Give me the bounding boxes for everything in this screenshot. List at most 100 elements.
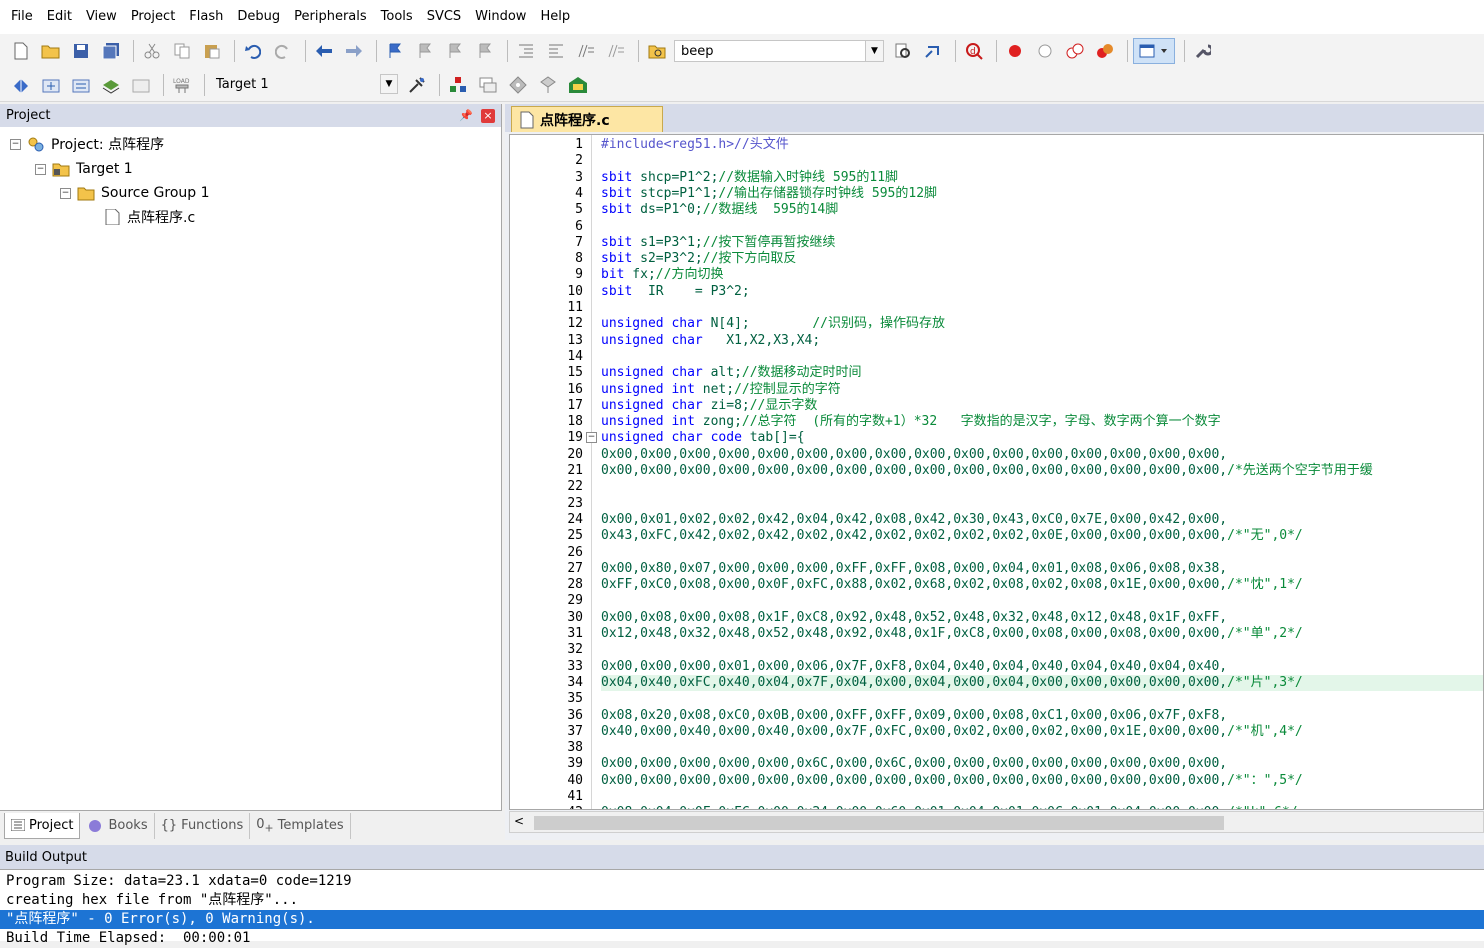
- bookmark-insert-icon[interactable]: [382, 38, 408, 64]
- tab-books[interactable]: Books: [80, 812, 155, 839]
- tree-node-project[interactable]: − Project: 点阵程序: [10, 132, 164, 156]
- code-line[interactable]: [601, 642, 1483, 658]
- editor-tab-file[interactable]: 点阵程序.c: [511, 106, 663, 132]
- tree-node-source-group[interactable]: − Source Group 1: [60, 181, 210, 205]
- paste-icon[interactable]: [199, 38, 225, 64]
- fold-collapse-icon[interactable]: −: [586, 432, 597, 444]
- menu-window[interactable]: Window: [468, 0, 533, 34]
- code-line[interactable]: unsigned int net;//控制显示的字符: [601, 382, 1483, 398]
- collapse-icon[interactable]: −: [60, 187, 71, 199]
- code-line[interactable]: unsigned char code tab[]={: [601, 430, 1483, 446]
- pin-icon[interactable]: 📌: [459, 109, 473, 122]
- collapse-icon[interactable]: −: [35, 163, 46, 175]
- code-line[interactable]: 0x00,0x01,0x02,0x02,0x42,0x04,0x42,0x08,…: [601, 512, 1483, 528]
- code-line[interactable]: 0x00,0x80,0x07,0x00,0x00,0x00,0xFF,0xFF,…: [601, 561, 1483, 577]
- scrollbar-thumb[interactable]: [534, 816, 1224, 830]
- code-line[interactable]: bit fx;//方向切换: [601, 267, 1483, 283]
- window-layout-icon[interactable]: [1133, 38, 1175, 64]
- code-line[interactable]: sbit stcp=P1^1;//输出存储器锁存时钟线 595的12脚: [601, 186, 1483, 202]
- navigate-back-icon[interactable]: [311, 38, 337, 64]
- code-line[interactable]: #include<reg51.h>//头文件: [601, 137, 1483, 153]
- code-line[interactable]: unsigned char alt;//数据移动定时时间: [601, 365, 1483, 381]
- code-line[interactable]: 0x08,0x20,0x08,0xC0,0x0B,0x00,0xFF,0xFF,…: [601, 708, 1483, 724]
- code-line[interactable]: 0x00,0x00,0x00,0x00,0x00,0x00,0x00,0x00,…: [601, 773, 1483, 789]
- code-text[interactable]: #include<reg51.h>//头文件 sbit shcp=P1^2;//数…: [601, 135, 1483, 809]
- code-line[interactable]: [601, 349, 1483, 365]
- scroll-left-icon[interactable]: <: [514, 814, 524, 828]
- code-line[interactable]: [601, 300, 1483, 316]
- code-line[interactable]: [601, 496, 1483, 512]
- code-line[interactable]: sbit s1=P3^1;//按下暂停再暂按继续: [601, 235, 1483, 251]
- start-debug-icon[interactable]: d: [961, 38, 987, 64]
- code-line[interactable]: [601, 789, 1483, 805]
- menu-tools[interactable]: Tools: [374, 0, 420, 34]
- incremental-find-icon[interactable]: [920, 38, 946, 64]
- code-line[interactable]: unsigned char X1,X2,X3,X4;: [601, 333, 1483, 349]
- target-combo[interactable]: Target 1 ▼: [210, 73, 398, 96]
- code-line[interactable]: [601, 479, 1483, 495]
- code-line[interactable]: [601, 153, 1483, 169]
- bookmark-next-icon[interactable]: [442, 38, 468, 64]
- code-line[interactable]: 0x43,0xFC,0x42,0x02,0x42,0x02,0x42,0x02,…: [601, 528, 1483, 544]
- menu-svcs[interactable]: SVCS: [420, 0, 468, 34]
- code-line[interactable]: unsigned char zi=8;//显示字数: [601, 398, 1483, 414]
- code-line[interactable]: 0x00,0x00,0x00,0x00,0x00,0x6C,0x00,0x6C,…: [601, 756, 1483, 772]
- tree-node-target[interactable]: − Target 1: [35, 157, 133, 181]
- open-folder-icon[interactable]: [38, 38, 64, 64]
- close-icon[interactable]: ×: [481, 108, 495, 123]
- code-line[interactable]: sbit shcp=P1^2;//数据输入时钟线 595的11脚: [601, 170, 1483, 186]
- breakpoint-disable-all-icon[interactable]: [1062, 38, 1088, 64]
- pack-installer-icon[interactable]: [535, 72, 561, 98]
- copy-icon[interactable]: [169, 38, 195, 64]
- menu-help[interactable]: Help: [533, 0, 577, 34]
- redo-icon[interactable]: [270, 38, 296, 64]
- new-file-icon[interactable]: [8, 38, 34, 64]
- code-line[interactable]: [601, 545, 1483, 561]
- cut-icon[interactable]: [139, 38, 165, 64]
- rebuild-icon[interactable]: [68, 72, 94, 98]
- menu-project[interactable]: Project: [124, 0, 182, 34]
- menu-file[interactable]: File: [4, 0, 40, 34]
- manage-rte-icon[interactable]: [505, 72, 531, 98]
- code-line[interactable]: 0x04,0x40,0xFC,0x40,0x04,0x7F,0x04,0x00,…: [601, 674, 1483, 691]
- batch-build-icon[interactable]: [98, 72, 124, 98]
- menu-view[interactable]: View: [79, 0, 124, 34]
- undo-icon[interactable]: [240, 38, 266, 64]
- configure-wrench-icon[interactable]: [1190, 38, 1216, 64]
- tab-functions[interactable]: {} Functions: [155, 812, 251, 839]
- breakpoint-insert-icon[interactable]: [1002, 38, 1028, 64]
- code-line[interactable]: 0x00,0x08,0x00,0x08,0x1F,0xC8,0x92,0x48,…: [601, 610, 1483, 626]
- code-editor[interactable]: 1 2 3 4 5 6 7 8 9 10 11 12 13 14 15 16 17 18 19 20 21 22 23 24 2…: [509, 134, 1484, 810]
- download-load-icon[interactable]: LOAD: [169, 72, 195, 98]
- code-line[interactable]: [601, 593, 1483, 609]
- code-line[interactable]: 0x08,0x04,0x0F,0xFC,0x00,0x24,0x00,0x60,…: [601, 805, 1483, 809]
- uncomment-icon[interactable]: [603, 38, 629, 64]
- bookmark-prev-icon[interactable]: [412, 38, 438, 64]
- horizontal-scrollbar[interactable]: <: [509, 811, 1484, 833]
- bookmark-clear-icon[interactable]: [472, 38, 498, 64]
- build-output-panel[interactable]: Program Size: data=23.1 xdata=0 code=121…: [0, 869, 1484, 946]
- code-line[interactable]: unsigned char N[4]; //识别码，操作码存放: [601, 316, 1483, 332]
- menu-edit[interactable]: Edit: [40, 0, 79, 34]
- code-line[interactable]: 0x00,0x00,0x00,0x00,0x00,0x00,0x00,0x00,…: [601, 447, 1483, 463]
- breakpoint-kill-all-icon[interactable]: [1092, 38, 1118, 64]
- code-line[interactable]: 0x00,0x00,0x00,0x00,0x00,0x00,0x00,0x00,…: [601, 463, 1483, 479]
- indent-icon[interactable]: [513, 38, 539, 64]
- chevron-down-icon[interactable]: ▼: [865, 41, 883, 61]
- code-line[interactable]: unsigned int zong;//总字符 (所有的字数+1）*32 字数指…: [601, 414, 1483, 430]
- manage-project-items-icon[interactable]: [445, 72, 471, 98]
- translate-icon[interactable]: [8, 72, 34, 98]
- breakpoint-disable-icon[interactable]: [1032, 38, 1058, 64]
- code-line[interactable]: 0xFF,0xC0,0x08,0x00,0x0F,0xFC,0x88,0x02,…: [601, 577, 1483, 593]
- save-icon[interactable]: [68, 38, 94, 64]
- code-line[interactable]: [601, 691, 1483, 707]
- code-line[interactable]: sbit ds=P1^0;//数据线 595的14脚: [601, 202, 1483, 218]
- code-line[interactable]: 0x12,0x48,0x32,0x48,0x52,0x48,0x92,0x48,…: [601, 626, 1483, 642]
- menu-peripherals[interactable]: Peripherals: [287, 0, 374, 34]
- code-line[interactable]: [601, 740, 1483, 756]
- find-in-files-icon[interactable]: [644, 38, 670, 64]
- find-combo[interactable]: beep ▼: [674, 40, 884, 62]
- tree-node-file[interactable]: 点阵程序.c: [103, 205, 195, 229]
- tab-templates[interactable]: 0+ Templates: [250, 812, 351, 839]
- navigate-forward-icon[interactable]: [341, 38, 367, 64]
